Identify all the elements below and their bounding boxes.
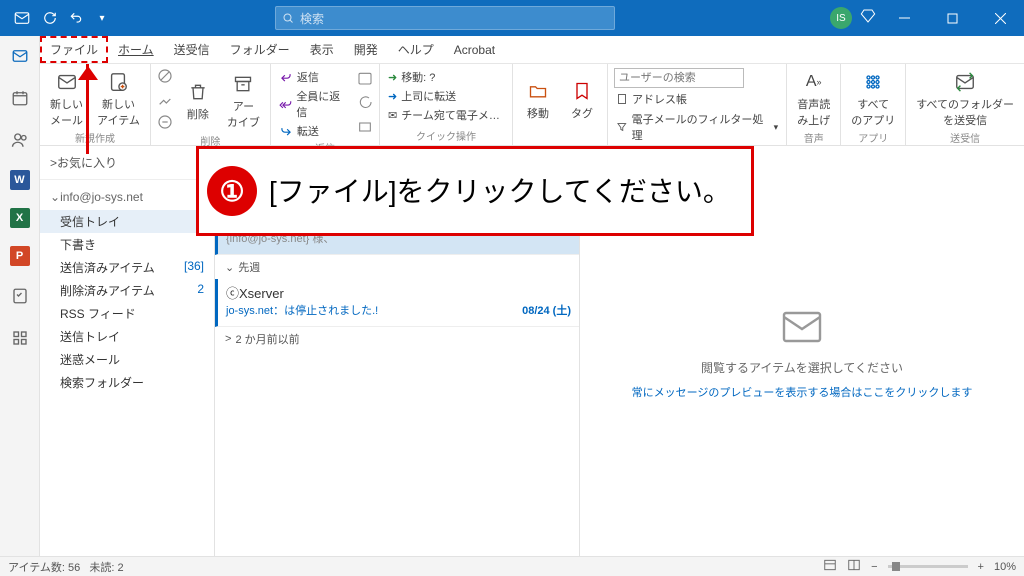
menu-help[interactable]: ヘルプ (388, 36, 444, 63)
all-apps-button[interactable]: すべて のアプリ (847, 68, 899, 130)
nav-pane: >お気に入り ⌄info@jo-sys.net 受信トレイ 下書き 送信済みアイ… (40, 146, 215, 556)
outlook-logo-icon (10, 6, 34, 30)
forward-button[interactable]: 転送 (277, 122, 351, 140)
ribbon-group-apps: アプリ (847, 130, 899, 147)
word-icon[interactable]: W (10, 170, 30, 190)
search-placeholder: 検索 (300, 10, 324, 27)
menu-view[interactable]: 表示 (300, 36, 344, 63)
menu-acrobat[interactable]: Acrobat (444, 36, 505, 63)
quickstep-move[interactable]: ➜移動: ? (386, 68, 506, 86)
im-icon[interactable] (357, 94, 373, 113)
speech-button[interactable]: A»音声読 み上げ (793, 68, 834, 130)
ignore-icon[interactable] (157, 68, 173, 87)
callout-text: [ファイル]をクリックしてください。 (269, 174, 731, 209)
filter-button[interactable]: 電子メールのフィルター処理 ▾ (614, 110, 780, 144)
more-apps-icon[interactable] (8, 326, 32, 350)
callout-number: ① (207, 166, 257, 216)
close-button[interactable] (980, 0, 1020, 36)
zoom-out-button[interactable]: − (871, 561, 877, 573)
more-respond-icon[interactable] (357, 119, 373, 138)
zoom-slider[interactable] (888, 565, 968, 568)
powerpoint-icon[interactable]: P (10, 246, 30, 266)
status-item-count: アイテム数: 56 (8, 562, 80, 574)
account-header[interactable]: ⌄info@jo-sys.net (40, 180, 214, 210)
status-bar: アイテム数: 56 未読: 2 − + 10% (0, 556, 1024, 576)
meeting-icon[interactable] (357, 70, 373, 89)
reading-empty-text: 閲覧するアイテムを選択してください (701, 359, 903, 376)
ribbon-group-sr: 送受信 (912, 130, 1018, 147)
move-button[interactable]: 移動 (519, 68, 557, 132)
titlebar: ▾ 検索 IS (0, 0, 1024, 36)
zoom-value: 10% (994, 561, 1016, 573)
people-icon[interactable] (8, 128, 32, 152)
folder-drafts[interactable]: 下書き (40, 233, 214, 256)
delete-button[interactable]: 削除 (179, 68, 217, 133)
quickstep-boss[interactable]: ➜上司に転送 (386, 87, 506, 105)
minimize-button[interactable] (884, 0, 924, 36)
folder-sent[interactable]: 送信済みアイテム[36] (40, 256, 214, 279)
app-rail: W X P (0, 36, 40, 576)
new-item-button[interactable]: 新しい アイテム (93, 68, 144, 130)
reply-all-button[interactable]: 全員に返信 (277, 87, 351, 121)
group-2months[interactable]: > 2 か月前以前 (215, 327, 579, 351)
envelope-icon (778, 303, 826, 351)
avatar[interactable]: IS (830, 7, 852, 29)
view-reading-icon[interactable] (847, 558, 861, 575)
callout-line (86, 64, 89, 154)
ribbon-group-quick: クイック操作 (386, 128, 506, 145)
overflow-icon[interactable]: ▾ (92, 8, 112, 28)
undo-icon[interactable] (66, 8, 86, 28)
view-normal-icon[interactable] (823, 558, 837, 575)
send-receive-all-button[interactable]: すべてのフォルダー を送受信 (912, 68, 1018, 130)
menu-dev[interactable]: 開発 (344, 36, 388, 63)
ribbon: 新しい メール 新しい アイテム 新規作成 削除 アー カイブ 削除 返信 全員… (40, 64, 1024, 146)
tag-button[interactable]: タグ (563, 68, 601, 132)
favorites-header[interactable]: >お気に入り (40, 146, 214, 180)
archive-button[interactable]: アー カイブ (223, 68, 264, 133)
mail-icon[interactable] (8, 44, 32, 68)
message-item-2[interactable]: ⓒXserver jo-sys.net：は停止されました.!08/24 (土) (215, 279, 579, 327)
quickstep-team[interactable]: ✉チーム宛て電子メ… (386, 106, 506, 124)
menu-home[interactable]: ホーム (108, 36, 164, 63)
excel-icon[interactable]: X (10, 208, 30, 228)
maximize-button[interactable] (932, 0, 972, 36)
instruction-callout: ① [ファイル]をクリックしてください。 (196, 146, 754, 236)
menu-folder[interactable]: フォルダー (220, 36, 300, 63)
folder-outbox[interactable]: 送信トレイ (40, 325, 214, 348)
folder-deleted[interactable]: 削除済みアイテム2 (40, 279, 214, 302)
user-search-input[interactable] (614, 68, 744, 88)
folder-search[interactable]: 検索フォルダー (40, 371, 214, 394)
reply-button[interactable]: 返信 (277, 68, 351, 86)
status-unread-count: 未読: 2 (89, 562, 123, 574)
folder-rss[interactable]: RSS フィード (40, 302, 214, 325)
folder-inbox[interactable]: 受信トレイ (40, 210, 214, 233)
menu-file[interactable]: ファイル (40, 36, 108, 63)
diamond-icon[interactable] (860, 8, 876, 29)
cleanup-icon[interactable] (157, 91, 173, 110)
always-preview-link[interactable]: 常にメッセージのプレビューを表示する場合はここをクリックします (632, 384, 973, 400)
folder-junk[interactable]: 迷惑メール (40, 348, 214, 371)
address-book-button[interactable]: アドレス帳 (614, 90, 780, 108)
menu-sendrecv[interactable]: 送受信 (164, 36, 220, 63)
ribbon-group-new: 新規作成 (46, 130, 144, 147)
calendar-icon[interactable] (8, 86, 32, 110)
ribbon-group-speech: 音声 (793, 130, 834, 147)
junk-icon[interactable] (157, 114, 173, 133)
search-input[interactable]: 検索 (275, 6, 615, 30)
refresh-icon[interactable] (40, 8, 60, 28)
zoom-in-button[interactable]: + (978, 561, 984, 573)
todo-icon[interactable] (8, 284, 32, 308)
menu-bar: ファイル ホーム 送受信 フォルダー 表示 開発 ヘルプ Acrobat (0, 36, 1024, 64)
group-lastweek[interactable]: ⌄ 先週 (215, 255, 579, 279)
